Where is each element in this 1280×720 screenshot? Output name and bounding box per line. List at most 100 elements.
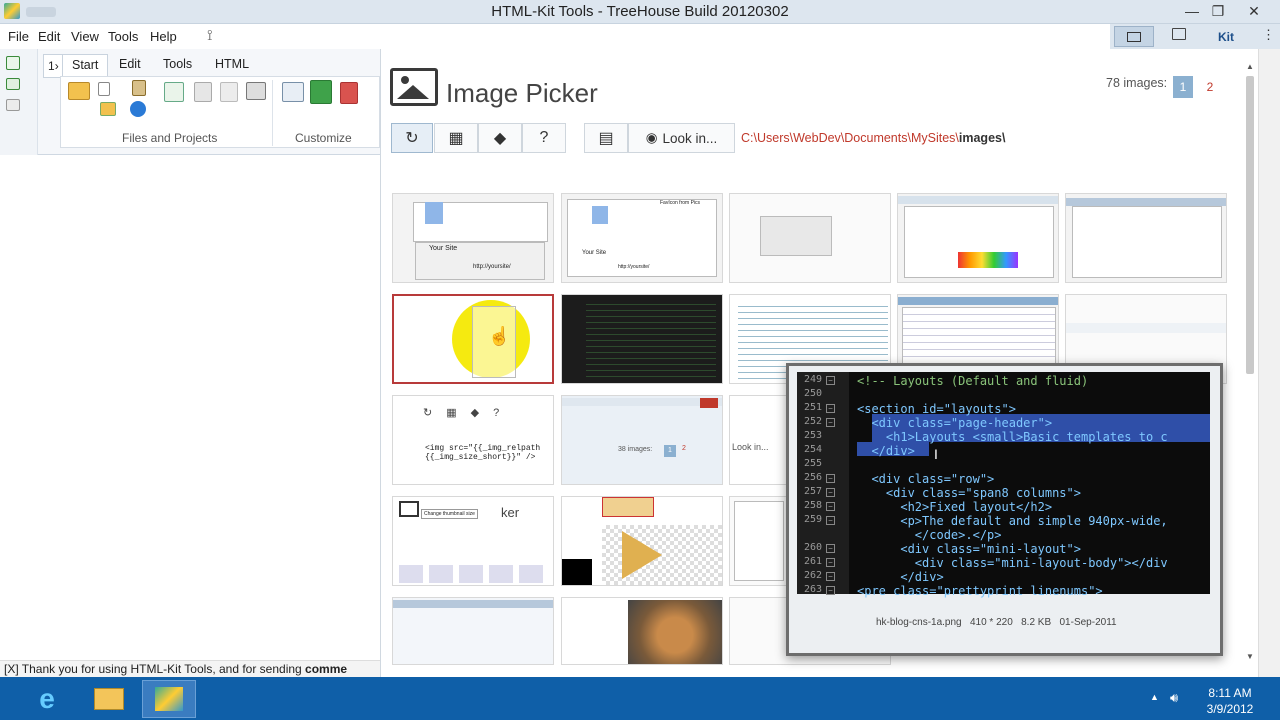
project-open-icon[interactable]: [100, 102, 116, 116]
thumb-window: [760, 216, 832, 256]
thumb-titlebar: [898, 196, 1058, 204]
code-line: <h1>Layouts <small>Basic templates to c: [857, 430, 1168, 444]
thumbnail[interactable]: FavIcon from Pics Your Site http://yours…: [561, 193, 723, 283]
ie-taskbar-button[interactable]: e: [20, 680, 74, 718]
volume-icon[interactable]: 🔊︎: [1170, 690, 1178, 706]
grid-size-button[interactable]: ▦: [434, 123, 478, 153]
rss-icon[interactable]: ⟟: [207, 28, 223, 44]
minimize-button[interactable]: —: [1178, 0, 1206, 22]
thumbnail[interactable]: Change thumbnail size ker: [392, 496, 554, 586]
explorer-taskbar-button[interactable]: [82, 680, 136, 718]
preview-dimensions: 410 * 220: [969, 617, 1013, 628]
outer-scrollbar[interactable]: [1258, 49, 1280, 677]
document-icon: ▤: [598, 130, 614, 147]
thumbnail[interactable]: [1065, 193, 1227, 283]
thumb-count-text: 38 images:: [618, 446, 653, 453]
menu-tools[interactable]: Tools: [108, 29, 138, 44]
print-icon[interactable]: [246, 82, 266, 100]
tag-button[interactable]: ◆: [478, 123, 522, 153]
thumb-page-2: 2: [682, 445, 686, 452]
fold-toggle-icon[interactable]: −: [826, 586, 835, 595]
thumb-site-text: Your Site: [429, 245, 458, 252]
thumbnail[interactable]: [897, 193, 1059, 283]
preview-filename: hk-blog-cns-1a.png: [876, 617, 962, 628]
web-icon[interactable]: [130, 101, 146, 117]
editor-pane[interactable]: [0, 155, 380, 660]
save-icon[interactable]: [6, 99, 20, 111]
fold-toggle-icon[interactable]: −: [826, 474, 835, 483]
menu-file[interactable]: File: [8, 29, 29, 44]
menu-view[interactable]: View: [71, 29, 99, 44]
look-in-button[interactable]: ◉ Look in...: [628, 123, 735, 153]
image-picker-icon: [390, 68, 438, 106]
tab-tools[interactable]: Tools: [154, 54, 201, 76]
code-line: <h2>Fixed layout</h2>: [857, 500, 1053, 514]
doc-tab-1[interactable]: 1›: [43, 54, 64, 78]
fold-toggle-icon[interactable]: −: [826, 558, 835, 567]
fold-toggle-icon[interactable]: −: [826, 572, 835, 581]
tray-arrow-icon[interactable]: ▲: [1150, 692, 1159, 702]
line-number: 260: [803, 542, 822, 553]
htmlkit-taskbar-button[interactable]: [142, 680, 196, 718]
thumb-titlebar: [1066, 198, 1226, 206]
scroll-down-icon[interactable]: ▼: [1246, 652, 1254, 661]
save-list-button[interactable]: ▤: [584, 123, 628, 153]
save-all-icon[interactable]: [220, 82, 238, 102]
tab-edit[interactable]: Edit: [110, 54, 150, 76]
menu-edit[interactable]: Edit: [38, 29, 60, 44]
doc-tab-cursor: ›: [54, 59, 59, 73]
more-icon[interactable]: ⋮: [1262, 27, 1275, 43]
save-file-icon[interactable]: [194, 82, 212, 102]
paste-icon[interactable]: [132, 80, 146, 96]
fold-toggle-icon[interactable]: −: [826, 418, 835, 427]
code-line: <div class="row">: [857, 472, 995, 486]
thumb-page-1: 1: [664, 445, 676, 457]
page-2-button[interactable]: 2: [1200, 76, 1220, 98]
monitor-icon[interactable]: [1172, 28, 1186, 40]
new-document-icon[interactable]: [98, 82, 110, 96]
image-view-button[interactable]: [1114, 26, 1154, 47]
scroll-up-icon[interactable]: ▲: [1246, 62, 1254, 71]
fold-toggle-icon[interactable]: −: [826, 376, 835, 385]
fold-toggle-icon[interactable]: −: [826, 488, 835, 497]
plugins-icon[interactable]: [310, 80, 332, 104]
preview-meta: hk-blog-cns-1a.png 410 * 220 8.2 KB 01-S…: [876, 617, 1117, 628]
update-icon[interactable]: [340, 82, 358, 104]
new-file-icon[interactable]: [6, 56, 20, 70]
help-button[interactable]: ?: [522, 123, 566, 153]
maximize-button[interactable]: ❐: [1204, 0, 1232, 22]
open-folder-icon[interactable]: [68, 82, 90, 100]
open-icon[interactable]: [6, 78, 20, 90]
thumbnail[interactable]: [392, 597, 554, 665]
thumbnail[interactable]: [561, 294, 723, 384]
status-bold-text: comme: [305, 662, 348, 676]
tab-html[interactable]: HTML: [206, 54, 258, 76]
close-button[interactable]: ✕: [1240, 0, 1268, 22]
fold-toggle-icon[interactable]: −: [826, 516, 835, 525]
refresh-button[interactable]: ↻: [391, 123, 433, 153]
thumbnail-selected[interactable]: ☝: [392, 294, 554, 384]
thumbnail[interactable]: [729, 193, 891, 283]
thumbnail[interactable]: Your Site http://yoursite/: [392, 193, 554, 283]
folder-path[interactable]: C:\Users\WebDev\Documents\MySites\images…: [741, 131, 1005, 145]
thumb-tabs: [1066, 323, 1226, 333]
thumb-lookin-text: Look in...: [732, 442, 769, 452]
thumbnail[interactable]: ↻▦◆? <img src="{{_img_relpath {{_img_siz…: [392, 395, 554, 485]
thumbnail[interactable]: 38 images: 1 2: [561, 395, 723, 485]
kit-button[interactable]: Kit: [1218, 30, 1234, 44]
fold-toggle-icon[interactable]: −: [826, 404, 835, 413]
clock[interactable]: 8:11 AM 3/9/2012: [1200, 685, 1260, 717]
fold-toggle-icon[interactable]: −: [826, 544, 835, 553]
thumbnail[interactable]: [561, 597, 723, 665]
thumb-window: [734, 501, 784, 581]
project-tree-icon[interactable]: [164, 82, 184, 102]
tab-start[interactable]: Start: [62, 54, 109, 76]
customize-icon[interactable]: [282, 82, 304, 102]
window-title: HTML-Kit Tools - TreeHouse Build 2012030…: [491, 3, 789, 20]
page-1-button[interactable]: 1: [1173, 76, 1193, 98]
fold-toggle-icon[interactable]: −: [826, 502, 835, 511]
scrollbar-thumb[interactable]: [1246, 76, 1254, 374]
thumbnail[interactable]: [561, 496, 723, 586]
status-text: [X] Thank you for using HTML-Kit Tools, …: [4, 662, 306, 676]
menu-help[interactable]: Help: [150, 29, 177, 44]
